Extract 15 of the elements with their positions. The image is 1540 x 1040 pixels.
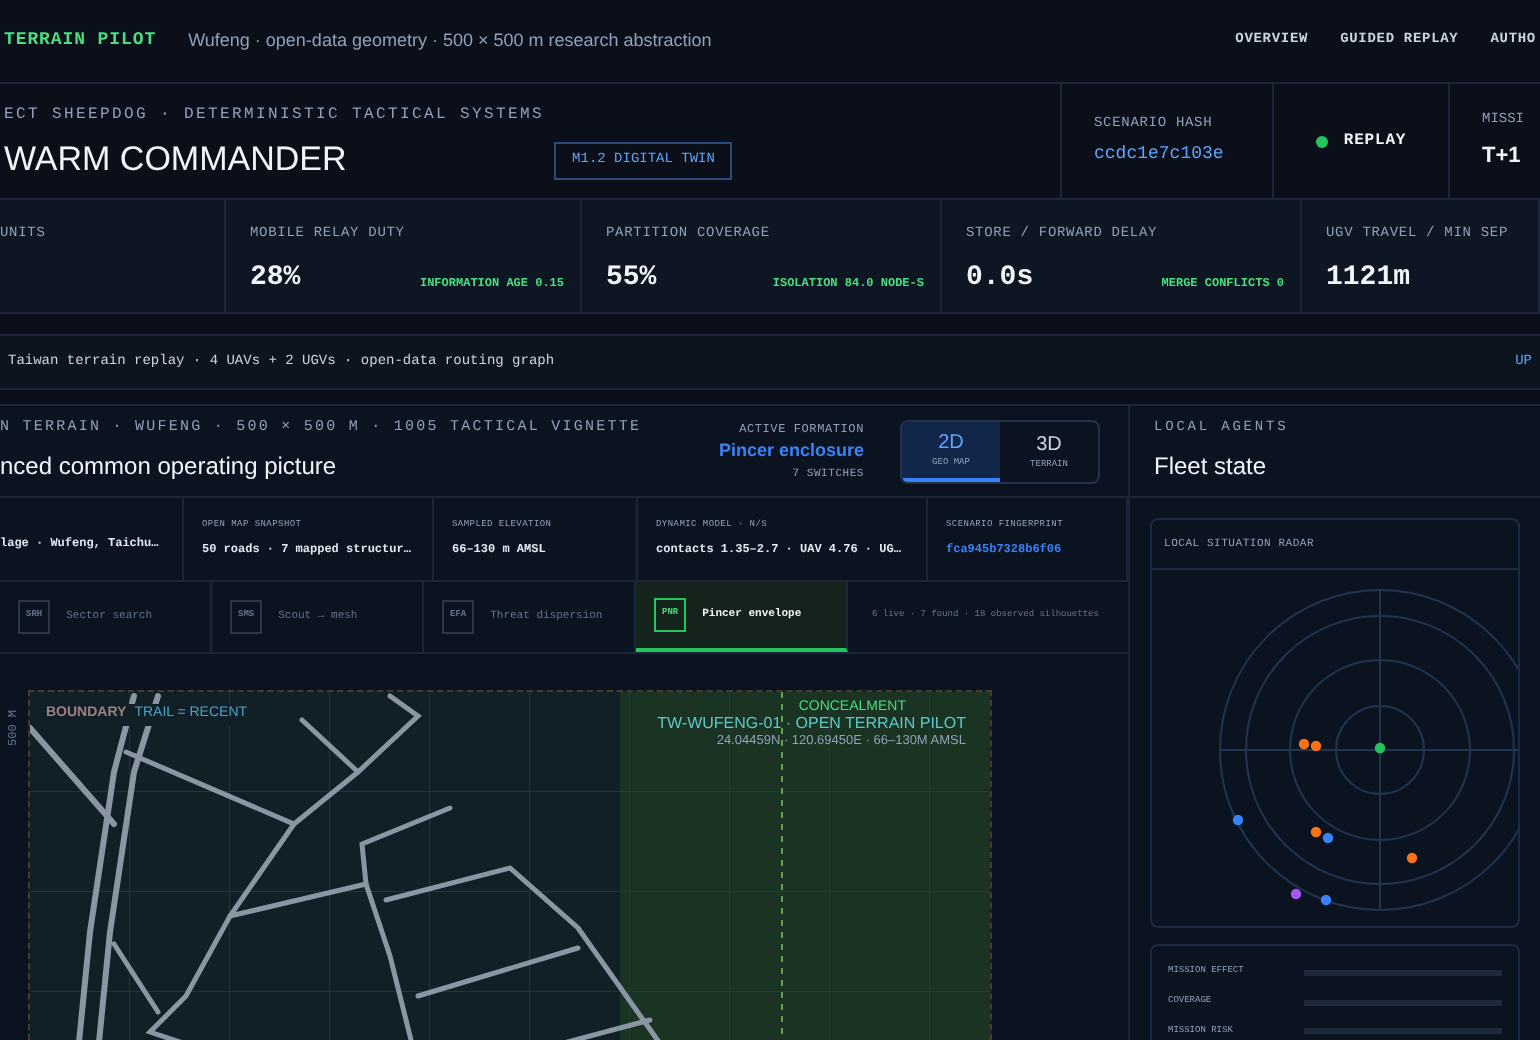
app-title: WARM COMMANDER (4, 138, 349, 183)
metric-value: 55% (606, 259, 657, 297)
formation-name: Pincer enclosure (718, 438, 864, 465)
metric-value: 1121m (1326, 259, 1411, 297)
site-label: TW-WUFENG-01 · OPEN TERRAIN PILOT (657, 714, 966, 734)
hash-value: ccdc1e7c103e (1094, 142, 1226, 168)
mission-value: T+1 (1482, 141, 1523, 171)
section-title: Fleet state (1154, 449, 1269, 484)
eyebrow-text: ECT SHEEPDOG · DETERMINISTIC TACTICAL SYSTEMS (4, 104, 545, 129)
brand-label: TERRAIN PILOT (4, 27, 157, 54)
metric-value: 28% (250, 259, 301, 297)
metric-value: 0.0s (966, 259, 1034, 297)
subtitle-text: Wufeng · open-data geometry · 500 × 500 m research abstraction (188, 27, 712, 54)
section-title: nced common operating picture (0, 450, 339, 485)
mode-label: REPLAY (1343, 129, 1407, 153)
